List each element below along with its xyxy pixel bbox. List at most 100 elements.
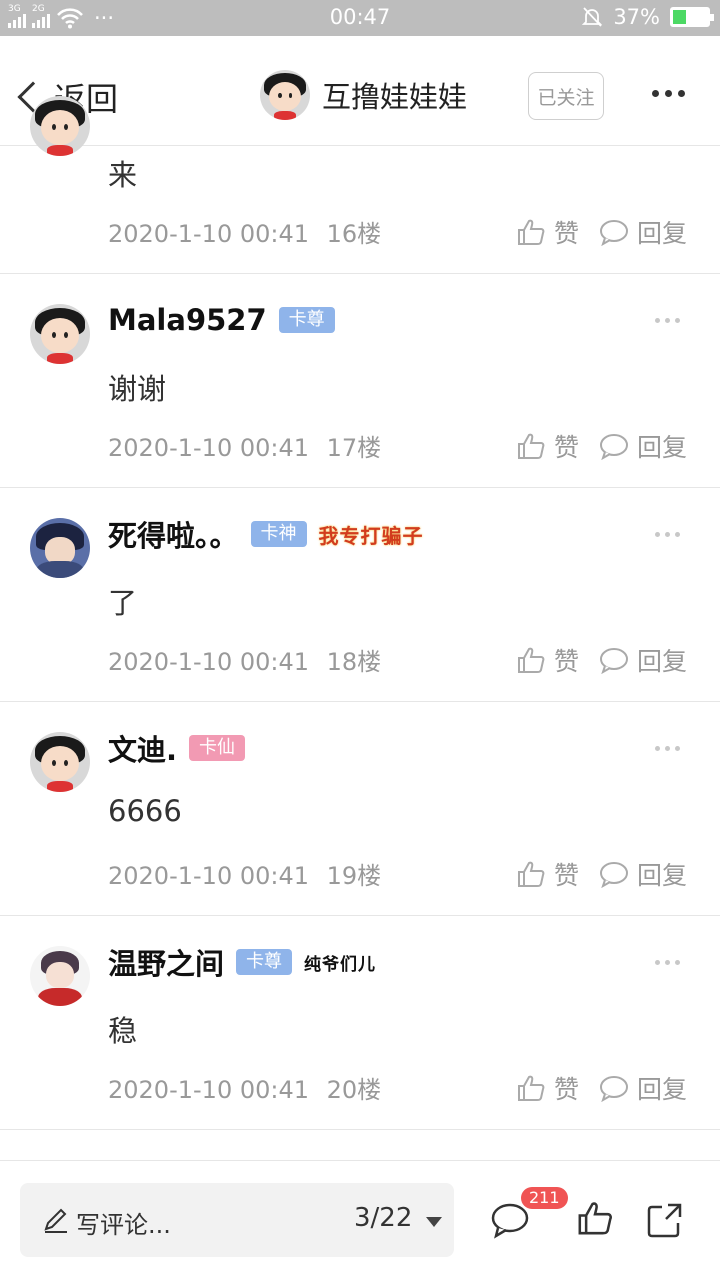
title-tag: 纯爷们儿 xyxy=(304,954,377,975)
more-dot xyxy=(675,746,680,751)
post-time: 2020-1-10 00:41 xyxy=(108,648,309,676)
more-options-button[interactable] xyxy=(652,90,685,97)
comment-placeholder: 写评论... xyxy=(76,1211,171,1239)
name-row: 温野之间 卡尊 纯爷们儿 xyxy=(108,942,376,982)
avatar xyxy=(30,946,90,1006)
reply-button[interactable]: 回复 xyxy=(599,1070,687,1106)
thread-author[interactable]: 互撸娃娃娃 xyxy=(260,70,467,120)
post-actions: 赞 回复 xyxy=(516,428,687,464)
like-button[interactable]: 赞 xyxy=(516,428,579,464)
list-item: 来 2020-1-10 00:41 16楼 赞 回复 xyxy=(0,96,720,274)
post-content: 6666 xyxy=(108,794,182,828)
post-meta: 2020-1-10 00:41 16楼 xyxy=(108,214,381,249)
more-dot xyxy=(665,960,670,965)
username[interactable]: 文迪. xyxy=(108,727,177,769)
comment-icon xyxy=(600,220,629,246)
post-time: 2020-1-10 00:41 xyxy=(108,434,309,462)
like-button[interactable]: 赞 xyxy=(516,642,579,678)
avatar[interactable] xyxy=(30,96,90,156)
level-badge: 卡神 xyxy=(250,521,307,547)
post-content: 谢谢 xyxy=(108,372,167,406)
like-button[interactable]: 赞 xyxy=(516,856,579,892)
more-dot xyxy=(655,960,660,965)
name-row: 文迪. 卡仙 xyxy=(108,727,246,769)
thumbs-up-icon xyxy=(518,433,545,459)
status-right: 37% ⚡ xyxy=(581,5,714,29)
reply-label: 回复 xyxy=(637,861,688,890)
avatar-wrap[interactable] xyxy=(30,946,90,1006)
avatar xyxy=(30,518,90,578)
post-meta: 2020-1-10 00:41 18楼 xyxy=(108,642,381,677)
title-tag: 我专打骗子 xyxy=(318,523,424,548)
comment-input[interactable]: 写评论... 3/22 xyxy=(20,1183,454,1257)
post-floor: 18楼 xyxy=(326,648,382,676)
avatar xyxy=(260,70,310,120)
more-dot xyxy=(665,532,670,537)
list-item: 文迪. 卡仙 6666 2020-1-10 00:41 19楼 赞 回复 xyxy=(0,702,720,916)
thumbs-up-icon xyxy=(518,1075,545,1101)
battery-icon: ⚡ xyxy=(670,7,714,27)
post-meta: 2020-1-10 00:41 17楼 xyxy=(108,428,381,463)
reply-label: 回复 xyxy=(637,219,688,248)
username[interactable]: 温野之间 xyxy=(108,941,224,983)
avatar-wrap[interactable] xyxy=(30,732,90,792)
like-button[interactable]: 赞 xyxy=(516,214,579,250)
battery-fill xyxy=(673,10,687,24)
post-meta: 2020-1-10 00:41 19楼 xyxy=(108,856,381,891)
reply-button[interactable]: 回复 xyxy=(599,856,687,892)
thumbs-up-icon xyxy=(518,647,545,673)
header: 返回 互撸娃娃娃 已关注 xyxy=(0,36,720,146)
comment-icon xyxy=(600,1076,629,1102)
battery-percent: 37% xyxy=(613,5,660,29)
level-badge: 卡仙 xyxy=(189,735,246,761)
post-time: 2020-1-10 00:41 xyxy=(108,220,309,248)
name-row: 死得啦。。 卡神 我专打骗子 xyxy=(108,514,424,554)
author-name: 互撸娃娃娃 xyxy=(322,80,468,114)
avatar-wrap[interactable] xyxy=(30,518,90,578)
more-dot xyxy=(665,318,670,323)
reply-button[interactable]: 回复 xyxy=(599,214,687,250)
more-dot xyxy=(652,90,659,97)
reply-label: 回复 xyxy=(637,1075,688,1104)
avatar xyxy=(30,304,90,364)
thumbs-up-icon[interactable] xyxy=(576,1199,614,1237)
post-floor: 16楼 xyxy=(326,220,382,248)
list-item: Mala9527 卡尊 谢谢 2020-1-10 00:41 17楼 赞 回复 xyxy=(0,274,720,488)
follow-button[interactable]: 已关注 xyxy=(528,72,604,120)
post-time: 2020-1-10 00:41 xyxy=(108,862,309,890)
charging-icon: ⚡ xyxy=(686,7,698,26)
name-row: Mala9527 卡尊 xyxy=(108,300,335,340)
post-floor: 19楼 xyxy=(326,862,382,890)
reply-button[interactable]: 回复 xyxy=(599,428,687,464)
level-badge: 卡尊 xyxy=(236,949,293,975)
post-more-button[interactable] xyxy=(655,960,680,965)
like-label: 赞 xyxy=(554,647,580,676)
like-label: 赞 xyxy=(554,433,580,462)
username[interactable]: Mala9527 xyxy=(108,303,267,337)
avatar-wrap[interactable] xyxy=(30,304,90,364)
more-dot xyxy=(675,960,680,965)
caret-down-icon[interactable] xyxy=(426,1217,442,1227)
pencil-icon xyxy=(44,1208,67,1233)
comment-icon xyxy=(600,434,629,460)
reply-button[interactable]: 回复 xyxy=(599,642,687,678)
post-more-button[interactable] xyxy=(655,746,680,751)
more-dot xyxy=(655,318,660,323)
share-icon[interactable] xyxy=(646,1201,684,1239)
like-label: 赞 xyxy=(554,1075,580,1104)
comment-icon xyxy=(600,862,629,888)
comments-icon[interactable] xyxy=(490,1201,530,1239)
post-actions: 赞 回复 xyxy=(516,214,687,250)
list-item: 温野之间 卡尊 纯爷们儿 稳 2020-1-10 00:41 20楼 赞 回复 xyxy=(0,916,720,1130)
more-dot xyxy=(655,746,660,751)
reply-label: 回复 xyxy=(637,647,688,676)
username[interactable]: 死得啦。。 xyxy=(108,513,239,555)
more-dot xyxy=(665,90,672,97)
level-badge: 卡尊 xyxy=(278,307,335,333)
post-more-button[interactable] xyxy=(655,532,680,537)
reply-label: 回复 xyxy=(637,433,688,462)
like-button[interactable]: 赞 xyxy=(516,1070,579,1106)
post-more-button[interactable] xyxy=(655,318,680,323)
page-indicator[interactable]: 3/22 xyxy=(354,1203,412,1233)
comment-icon xyxy=(600,648,629,674)
